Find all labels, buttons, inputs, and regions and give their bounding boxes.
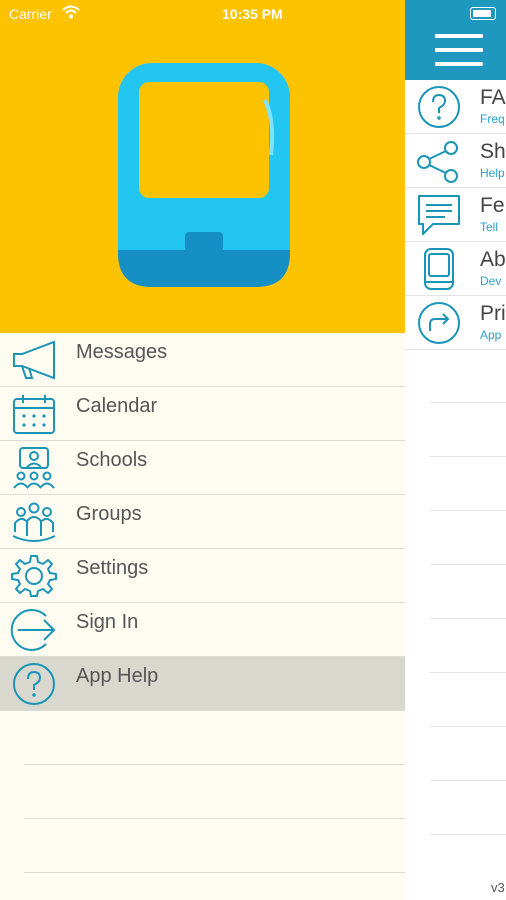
help-item-privacy[interactable]: Pri App xyxy=(405,296,506,350)
help-item-subtitle: App xyxy=(480,328,502,342)
divider xyxy=(430,402,506,403)
menu-item-app-help[interactable]: App Help xyxy=(0,657,405,711)
schools-icon xyxy=(13,447,55,489)
drawer-header xyxy=(0,0,405,333)
sign-in-icon xyxy=(10,609,56,651)
status-bar: Carrier 10:35 PM xyxy=(0,0,506,28)
help-item-share[interactable]: Sh Help xyxy=(405,134,506,188)
help-item-title: Ab xyxy=(480,248,506,271)
divider xyxy=(430,618,506,619)
help-item-subtitle: Dev xyxy=(480,274,502,288)
menu-item-messages[interactable]: Messages xyxy=(0,333,405,387)
divider xyxy=(430,834,506,835)
divider xyxy=(430,726,506,727)
groups-icon xyxy=(12,502,56,542)
carrier-label: Carrier xyxy=(9,6,52,22)
app-logo-icon xyxy=(118,63,290,287)
menu-item-label: Messages xyxy=(76,341,168,363)
menu-item-label: App Help xyxy=(76,665,159,687)
feedback-icon xyxy=(418,195,460,235)
divider xyxy=(430,510,506,511)
help-item-title: FA xyxy=(480,86,506,109)
help-item-feedback[interactable]: Fe Tell xyxy=(405,188,506,242)
help-item-subtitle: Freq xyxy=(480,112,505,126)
help-panel: FA Freq Sh Help Fe Tell Ab Dev Pri App v… xyxy=(405,0,506,900)
menu-item-settings[interactable]: Settings xyxy=(0,549,405,603)
help-item-title: Sh xyxy=(480,140,506,163)
divider xyxy=(430,564,506,565)
help-item-subtitle: Help xyxy=(480,166,505,180)
megaphone-icon xyxy=(13,340,55,380)
divider xyxy=(430,780,506,781)
calendar-icon xyxy=(13,395,55,434)
menu-item-calendar[interactable]: Calendar xyxy=(0,387,405,441)
menu-item-sign-in[interactable]: Sign In xyxy=(0,603,405,657)
help-item-faq[interactable]: FA Freq xyxy=(405,80,506,134)
menu-item-groups[interactable]: Groups xyxy=(0,495,405,549)
version-label: v3 xyxy=(491,880,505,895)
menu-item-label: Settings xyxy=(76,557,149,579)
menu-item-schools[interactable]: Schools xyxy=(0,441,405,495)
menu-item-label: Groups xyxy=(76,503,142,525)
gear-icon xyxy=(11,555,57,597)
battery-icon xyxy=(470,7,496,20)
share-icon xyxy=(417,141,458,183)
status-time: 10:35 PM xyxy=(222,6,283,22)
help-item-about[interactable]: Ab Dev xyxy=(405,242,506,296)
divider xyxy=(24,764,405,765)
help-icon xyxy=(418,86,460,128)
side-drawer: Messages Calendar Schools Groups Setting… xyxy=(0,0,405,900)
wifi-icon xyxy=(62,5,80,19)
help-item-title: Pri xyxy=(480,302,506,325)
divider xyxy=(24,818,405,819)
device-icon xyxy=(424,248,454,290)
redirect-icon xyxy=(418,302,460,344)
divider xyxy=(24,872,405,873)
help-item-subtitle: Tell xyxy=(480,220,499,234)
hamburger-menu-icon[interactable] xyxy=(435,34,483,66)
divider xyxy=(430,672,506,673)
divider xyxy=(430,456,506,457)
menu-item-label: Sign In xyxy=(76,611,139,633)
help-item-title: Fe xyxy=(480,194,505,217)
help-icon xyxy=(13,663,55,705)
menu-item-label: Schools xyxy=(76,449,148,471)
menu-item-label: Calendar xyxy=(76,395,158,417)
